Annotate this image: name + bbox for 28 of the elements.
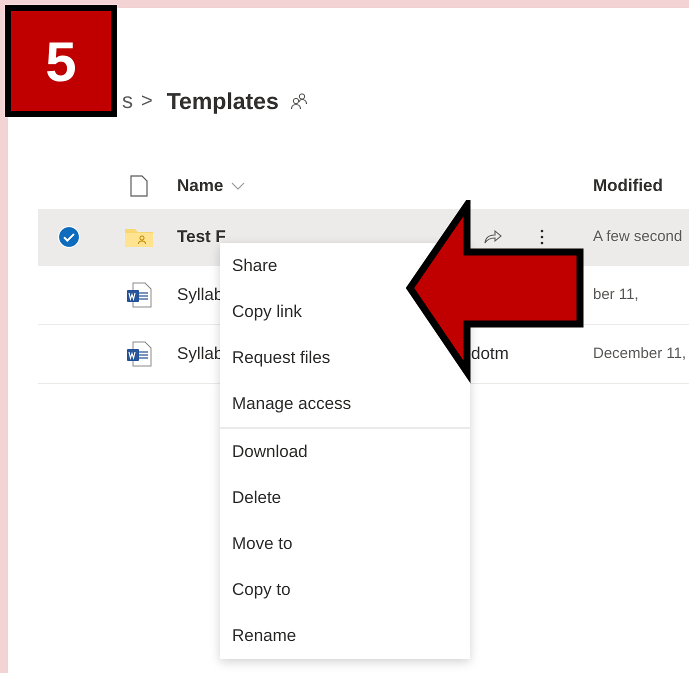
share-icon[interactable] xyxy=(483,229,503,245)
menu-item[interactable]: Request files xyxy=(232,335,330,381)
breadcrumb-current: Templates xyxy=(166,88,279,114)
menu-item[interactable]: Manage access xyxy=(232,381,352,427)
file-name[interactable]: dotm xyxy=(471,344,509,364)
shared-folder-icon xyxy=(124,227,152,247)
word-document-icon xyxy=(126,341,152,367)
people-icon[interactable] xyxy=(290,92,308,110)
menu-item[interactable]: Download xyxy=(232,429,308,475)
checkmark-icon[interactable] xyxy=(58,226,80,248)
chevron-down-icon[interactable] xyxy=(231,182,246,190)
more-icon[interactable] xyxy=(540,229,544,245)
menu-item[interactable]: Copy to xyxy=(232,567,291,613)
menu-item[interactable]: Delete xyxy=(232,475,282,521)
menu-item[interactable]: Move to xyxy=(232,521,292,567)
file-type-icon xyxy=(130,175,148,197)
breadcrumb-item[interactable]: s xyxy=(122,88,133,114)
menu-item[interactable]: Copy link xyxy=(232,289,302,335)
column-header[interactable]: Modified xyxy=(593,176,663,195)
column-header[interactable]: Name xyxy=(177,176,224,196)
modified-date: ber 11, xyxy=(593,286,639,303)
modified-date: A few second xyxy=(593,228,682,245)
breadcrumb-separator: > xyxy=(141,90,153,112)
step-badge: 5 xyxy=(5,5,117,117)
menu-item[interactable]: Rename xyxy=(232,613,296,659)
file-name[interactable]: Test F xyxy=(177,227,226,247)
word-document-icon xyxy=(126,282,152,308)
modified-date: December 11, xyxy=(593,345,686,362)
